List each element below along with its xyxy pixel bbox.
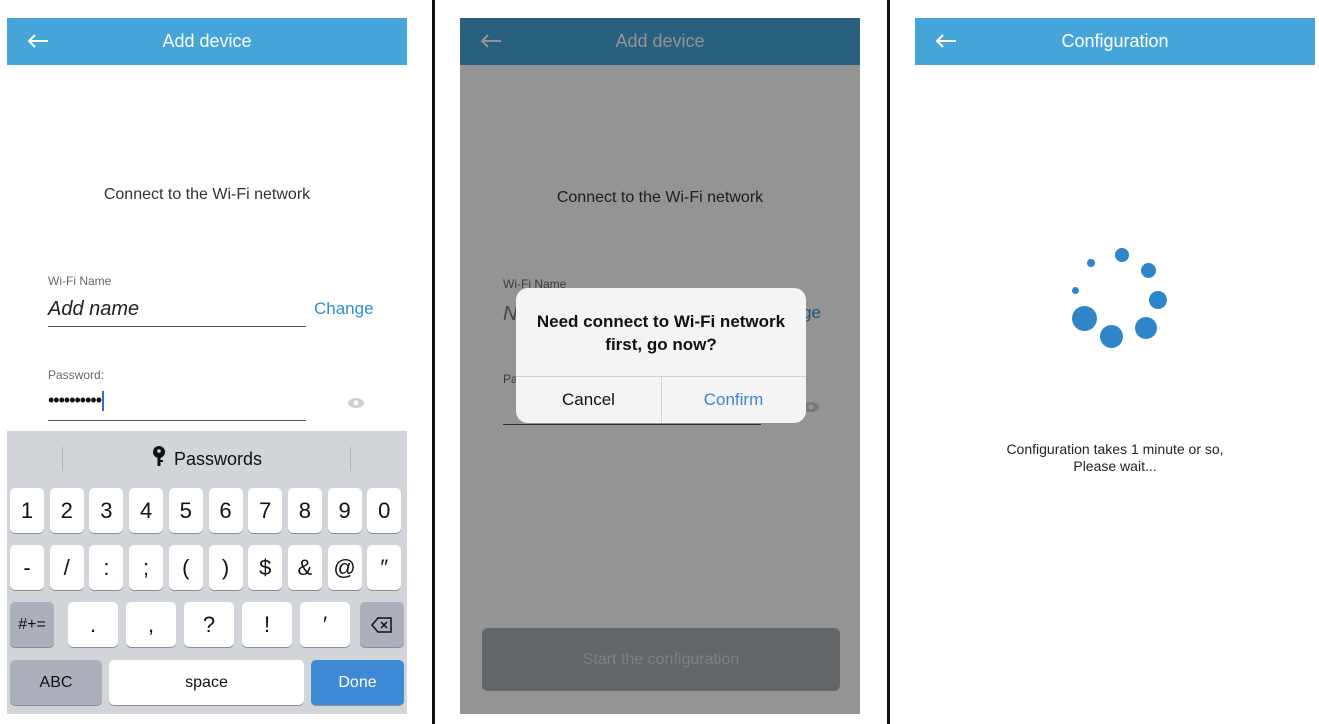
spinner-dot — [1087, 259, 1095, 267]
keyboard-key[interactable]: $ — [248, 545, 283, 590]
page-title: Configuration — [1061, 31, 1169, 51]
spinner-dot — [1141, 263, 1156, 278]
done-key[interactable]: Done — [311, 660, 404, 705]
app-bar: Configuration — [915, 18, 1315, 65]
keyboard-key[interactable]: 1 — [10, 488, 44, 533]
wifi-name-underline — [48, 326, 306, 327]
wifi-heading: Connect to the Wi-Fi network — [103, 186, 311, 203]
keyboard-key[interactable]: 6 — [208, 488, 243, 533]
keyboard-key[interactable]: 0 — [367, 488, 402, 533]
key-icon — [152, 446, 165, 466]
passwords-suggestion[interactable]: Passwords — [7, 446, 407, 470]
text-cursor — [102, 391, 105, 412]
suggestion-bar: Passwords — [7, 431, 407, 483]
keyboard-key[interactable]: - — [10, 545, 44, 590]
password-dots: •••••••••• — [48, 390, 102, 410]
back-arrow-icon[interactable] — [21, 24, 55, 58]
confirm-button[interactable]: Confirm — [661, 376, 806, 423]
keyboard-key[interactable]: ″ — [367, 545, 402, 590]
keyboard-key[interactable]: 3 — [89, 488, 124, 533]
keyboard-key[interactable]: . — [68, 602, 118, 647]
loading-spinner-icon — [1055, 228, 1185, 358]
keyboard-key[interactable]: @ — [327, 545, 362, 590]
password-label: Password: — [48, 368, 105, 382]
spinner-dot — [1149, 291, 1167, 309]
keyboard-key[interactable]: ? — [184, 602, 234, 647]
more-symbols-key[interactable]: #+= — [10, 602, 54, 647]
alert-message: Need connect to Wi-Fi network first, go … — [536, 312, 786, 354]
configuration-wait-line2: Please wait... — [1073, 458, 1157, 474]
keyboard-key[interactable]: ; — [129, 545, 164, 590]
backspace-key[interactable] — [360, 602, 404, 647]
keyboard-key[interactable]: ! — [242, 602, 292, 647]
panel-divider — [887, 0, 890, 724]
keyboard-key[interactable]: ) — [208, 545, 243, 590]
keyboard-key[interactable]: 8 — [287, 488, 322, 533]
password-underline — [48, 420, 306, 421]
keyboard-key[interactable]: & — [287, 545, 322, 590]
spinner-dot — [1072, 287, 1079, 294]
wifi-alert-dialog: Need connect to Wi-Fi network first, go … — [516, 288, 806, 423]
wifi-name-label: Wi-Fi Name — [48, 274, 112, 288]
keyboard-key[interactable]: , — [126, 602, 176, 647]
keyboard: Passwords 1234567890 - /:;() $ & @ ″ #+= .,?!… — [7, 431, 407, 714]
keyboard-key[interactable]: 4 — [129, 488, 164, 533]
keyboard-key[interactable]: / — [49, 545, 84, 590]
keyboard-key[interactable]: 2 — [49, 488, 84, 533]
spinner-dot — [1100, 325, 1123, 348]
keyboard-key[interactable]: 5 — [168, 488, 203, 533]
back-arrow-icon[interactable] — [929, 24, 963, 58]
change-link[interactable]: Change — [314, 299, 374, 319]
configuration-screen: Configuration Configuration takes 1 minu… — [915, 18, 1315, 714]
spinner-dot — [1115, 248, 1129, 262]
page-title: Add device — [162, 31, 252, 51]
keyboard-key[interactable]: : — [89, 545, 124, 590]
spinner-dot — [1135, 317, 1157, 339]
keyboard-key[interactable]: 9 — [327, 488, 362, 533]
backspace-icon — [371, 616, 392, 633]
keyboard-key[interactable]: ( — [168, 545, 203, 590]
space-key[interactable]: space — [109, 660, 304, 705]
password-field[interactable]: •••••••••• — [48, 390, 105, 412]
passwords-label: Passwords — [173, 449, 263, 469]
panel-divider — [432, 0, 435, 724]
wifi-name-field[interactable]: Add name — [48, 298, 139, 321]
keyboard-key[interactable]: ′ — [300, 602, 350, 647]
app-bar: Add device — [7, 18, 407, 65]
eye-icon[interactable] — [347, 396, 365, 414]
abc-key[interactable]: ABC — [10, 660, 102, 705]
keyboard-key[interactable]: 7 — [248, 488, 283, 533]
spinner-dot — [1072, 306, 1097, 331]
configuration-wait-line1: Configuration takes 1 minute or so, — [1006, 441, 1224, 457]
cancel-button[interactable]: Cancel — [516, 376, 661, 423]
wifi-prompt-screen: Add device Connect to the Wi-Fi network … — [460, 18, 860, 714]
add-device-screen: Add device Connect to the Wi-Fi network … — [7, 18, 407, 714]
